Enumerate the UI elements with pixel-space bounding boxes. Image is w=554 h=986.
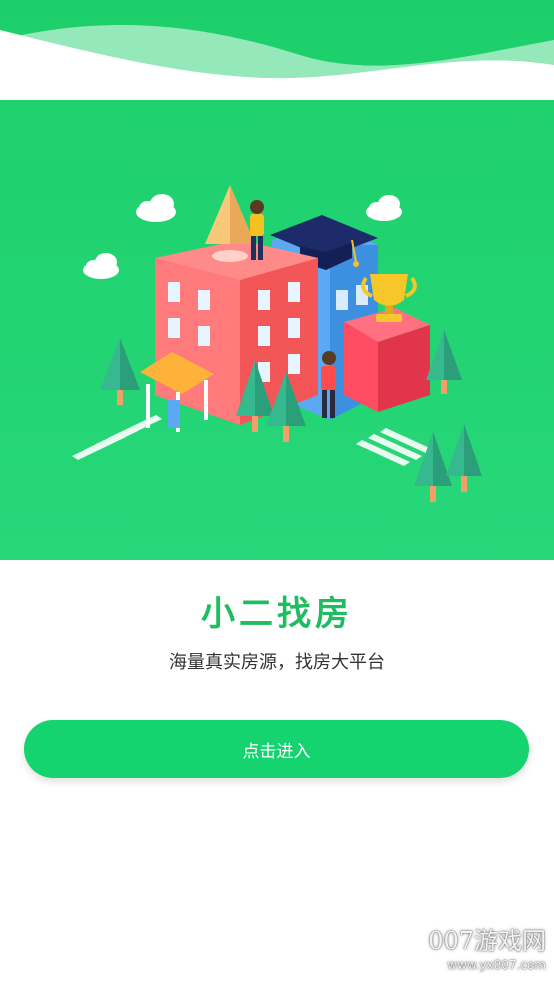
- pedestal: [344, 308, 430, 412]
- hero-banner: [0, 0, 554, 560]
- watermark-url: www.yx007.com: [447, 958, 546, 972]
- tree-icon: [446, 424, 482, 492]
- cone-sculpture: [205, 185, 255, 244]
- page-subtitle: 海量真实房源，找房大平台: [169, 652, 385, 673]
- tree-icon: [426, 330, 462, 394]
- watermark: 007游戏网 www.yx007.com: [428, 928, 546, 972]
- tree-icon: [100, 338, 140, 405]
- cloud-icon: [136, 194, 176, 222]
- wave-divider: [0, 25, 554, 100]
- cloud-icon: [83, 253, 119, 279]
- cloud-icon: [366, 195, 402, 221]
- watermark-brand: 007游戏网: [428, 927, 546, 955]
- page-title: 小二找房: [201, 594, 353, 634]
- tree-icon: [414, 432, 452, 502]
- enter-button[interactable]: 点击进入: [24, 720, 529, 778]
